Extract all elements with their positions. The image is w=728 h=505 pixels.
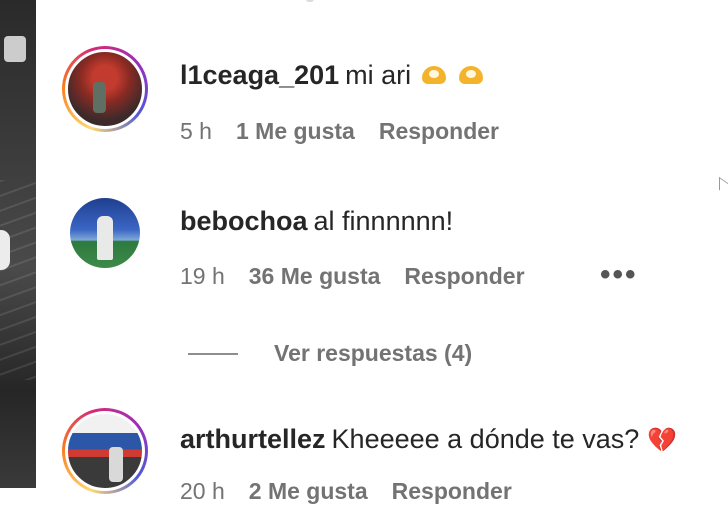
comment-text: al finnnnnn! — [313, 206, 454, 236]
comment-text: Kheeeee a dónde te vas? — [331, 424, 640, 454]
like-count[interactable]: 1 Me gusta — [236, 118, 355, 144]
like-count[interactable]: 36 Me gusta — [249, 263, 381, 289]
comment-username[interactable]: bebochoa — [180, 206, 308, 236]
replies-divider — [188, 352, 238, 355]
avatar[interactable] — [62, 46, 148, 132]
broken-heart-icon: 💔 — [647, 427, 678, 454]
comment-text: mi ari — [345, 60, 412, 90]
view-replies[interactable]: Ver respuestas (4) — [188, 340, 472, 367]
heart-hands-icon — [419, 64, 449, 86]
comment-meta: 5 h 1 Me gusta Responder — [180, 118, 523, 145]
background-video-strip — [0, 0, 36, 488]
comment-username[interactable]: arthurtellez — [180, 424, 326, 454]
reply-button[interactable]: Responder — [392, 478, 512, 504]
more-options-icon[interactable]: ••• — [600, 258, 638, 292]
top-indicator — [306, 0, 314, 2]
mouse-cursor-icon — [719, 176, 728, 197]
heart-hands-icon — [456, 64, 486, 86]
side-icon — [4, 36, 26, 62]
comment-time: 19 h — [180, 263, 225, 289]
comment-time: 20 h — [180, 478, 225, 504]
comment-line: l1ceaga_201 mi ari — [180, 60, 486, 91]
reply-button[interactable]: Responder — [404, 263, 524, 289]
reply-button[interactable]: Responder — [379, 118, 499, 144]
background-texture — [0, 180, 36, 380]
comment-line: bebochoa al finnnnnn! — [180, 206, 453, 237]
comment-time: 5 h — [180, 118, 212, 144]
avatar[interactable] — [62, 408, 148, 494]
like-count[interactable]: 2 Me gusta — [249, 478, 368, 504]
comment-meta: 20 h 2 Me gusta Responder — [180, 478, 536, 505]
comment-username[interactable]: l1ceaga_201 — [180, 60, 339, 90]
view-replies-label[interactable]: Ver respuestas (4) — [274, 340, 472, 367]
comment-meta: 19 h 36 Me gusta Responder — [180, 263, 549, 290]
scroll-handle[interactable] — [0, 230, 10, 270]
avatar[interactable] — [70, 198, 140, 268]
comment-line: arthurtellez Kheeeee a dónde te vas? 💔 — [180, 424, 677, 455]
